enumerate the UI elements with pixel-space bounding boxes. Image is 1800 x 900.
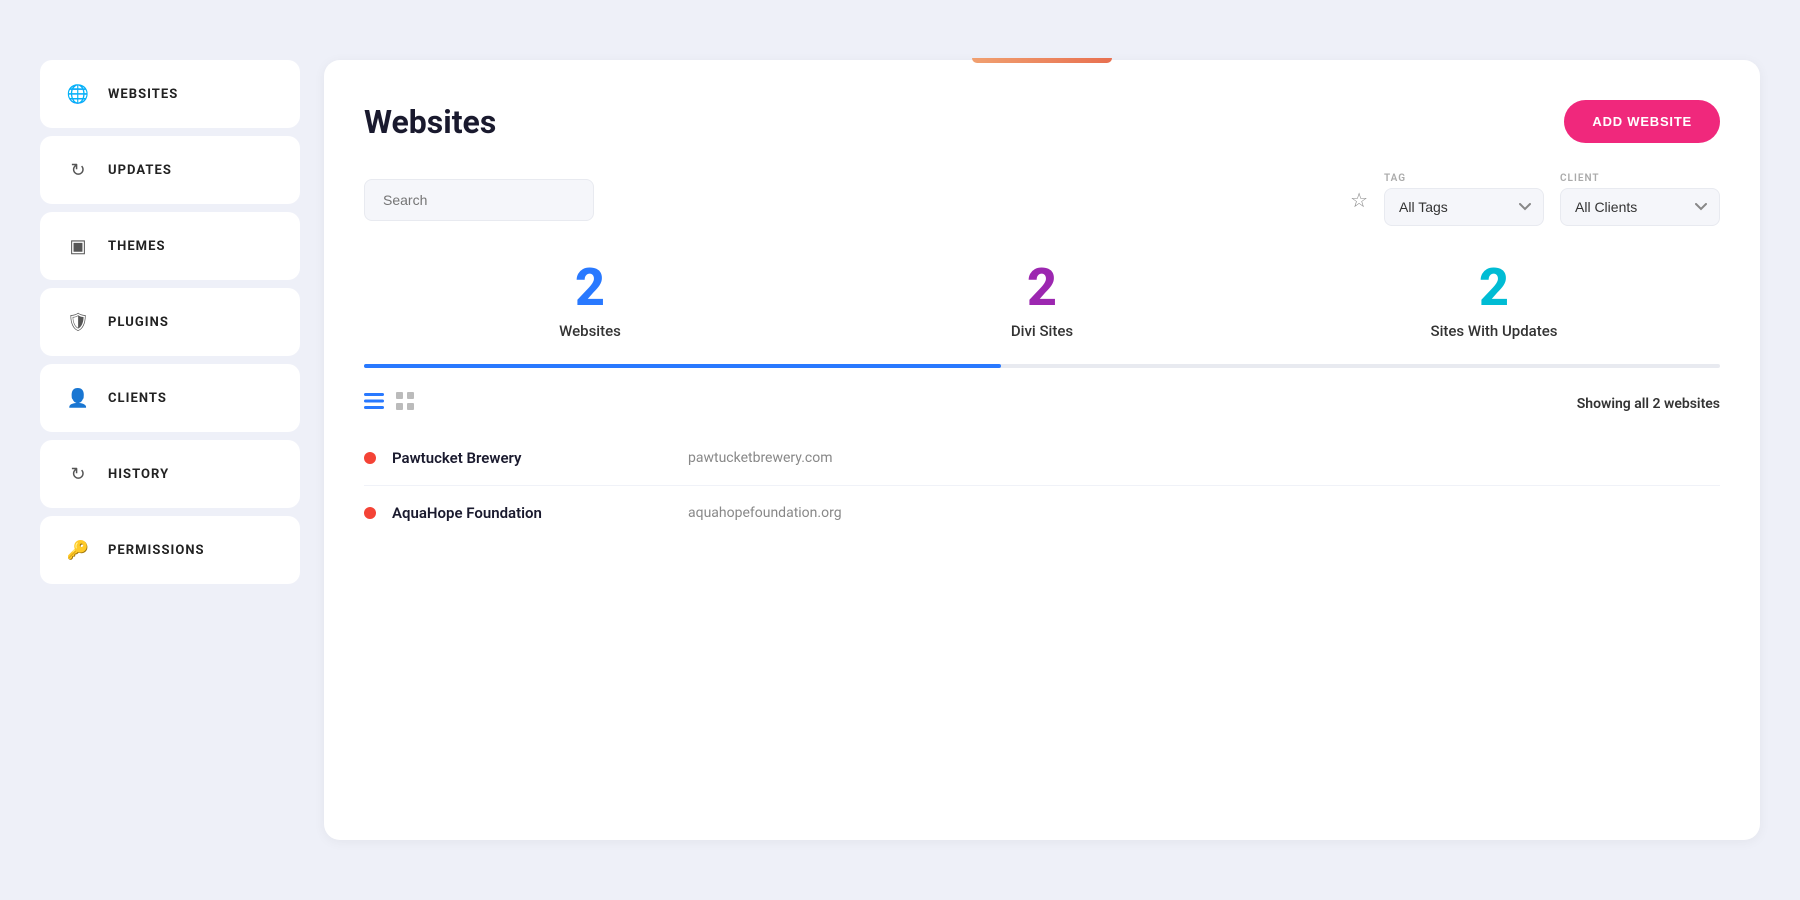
stat-divi-label: Divi Sites xyxy=(816,322,1268,340)
sidebar-item-websites[interactable]: 🌐 WEBSITES xyxy=(40,60,300,128)
sidebar-label-themes: THEMES xyxy=(108,239,166,254)
client-filter-group: CLIENT All Clients xyxy=(1560,173,1720,226)
sidebar-item-plugins[interactable]: 🛡 PLUGINS xyxy=(40,288,300,356)
tag-filter-select[interactable]: All Tags xyxy=(1384,188,1544,226)
star-icon[interactable]: ☆ xyxy=(1350,188,1368,212)
stat-updates-label: Sites With Updates xyxy=(1268,322,1720,340)
plugins-icon: 🛡 xyxy=(64,308,92,336)
list-controls: Showing all 2 websites xyxy=(364,392,1720,415)
sidebar-item-history[interactable]: ↻ HISTORY xyxy=(40,440,300,508)
sidebar-label-plugins: PLUGINS xyxy=(108,315,169,330)
table-row: Pawtucket Brewery pawtucketbrewery.com xyxy=(364,431,1720,486)
stat-websites-number: 2 xyxy=(364,262,816,314)
view-icons xyxy=(364,392,414,415)
updates-icon: ↻ xyxy=(64,156,92,184)
search-input[interactable] xyxy=(364,179,594,221)
stats-row: 2 Websites 2 Divi Sites 2 Sites With Upd… xyxy=(364,262,1720,364)
sidebar-item-updates[interactable]: ↻ UPDATES xyxy=(40,136,300,204)
sidebar-item-permissions[interactable]: 🔑 PERMISSIONS xyxy=(40,516,300,584)
sidebar-label-permissions: PERMISSIONS xyxy=(108,543,205,558)
stat-websites-label: Websites xyxy=(364,322,816,340)
showing-text: Showing all 2 websites xyxy=(1577,396,1720,412)
filters-row: ☆ TAG All Tags CLIENT All Clients xyxy=(364,173,1720,226)
sidebar-label-websites: WEBSITES xyxy=(108,87,178,102)
tag-filter-label: TAG xyxy=(1384,173,1544,184)
sidebar: 🌐 WEBSITES ↻ UPDATES ▣ THEMES 🛡 PLUGINS … xyxy=(40,60,300,840)
status-dot-1 xyxy=(364,452,376,464)
stat-updates-number: 2 xyxy=(1268,262,1720,314)
sidebar-label-history: HISTORY xyxy=(108,467,169,482)
progress-bar-fill xyxy=(364,364,1001,368)
history-icon: ↻ xyxy=(64,460,92,488)
app-container: 🌐 WEBSITES ↻ UPDATES ▣ THEMES 🛡 PLUGINS … xyxy=(0,0,1800,900)
website-name-1[interactable]: Pawtucket Brewery xyxy=(392,449,612,467)
themes-icon: ▣ xyxy=(64,232,92,260)
stat-divi: 2 Divi Sites xyxy=(816,262,1268,340)
clients-icon: 👤 xyxy=(64,384,92,412)
top-accent xyxy=(972,58,1112,63)
stat-updates: 2 Sites With Updates xyxy=(1268,262,1720,340)
sidebar-label-clients: CLIENTS xyxy=(108,391,167,406)
website-url-1[interactable]: pawtucketbrewery.com xyxy=(688,450,832,466)
client-filter-label: CLIENT xyxy=(1560,173,1720,184)
globe-icon: 🌐 xyxy=(64,80,92,108)
sidebar-label-updates: UPDATES xyxy=(108,163,172,178)
table-row: AquaHope Foundation aquahopefoundation.o… xyxy=(364,486,1720,540)
main-content: Websites ADD WEBSITE ☆ TAG All Tags CLIE… xyxy=(324,60,1760,840)
client-filter-select[interactable]: All Clients xyxy=(1560,188,1720,226)
permissions-icon: 🔑 xyxy=(64,536,92,564)
grid-view-button[interactable] xyxy=(396,392,414,415)
stat-websites: 2 Websites xyxy=(364,262,816,340)
status-dot-2 xyxy=(364,507,376,519)
tag-filter-group: TAG All Tags xyxy=(1384,173,1544,226)
website-name-2[interactable]: AquaHope Foundation xyxy=(392,504,612,522)
sidebar-item-themes[interactable]: ▣ THEMES xyxy=(40,212,300,280)
website-url-2[interactable]: aquahopefoundation.org xyxy=(688,505,842,521)
stat-divi-number: 2 xyxy=(816,262,1268,314)
sidebar-item-clients[interactable]: 👤 CLIENTS xyxy=(40,364,300,432)
page-title: Websites xyxy=(364,103,496,141)
add-website-button[interactable]: ADD WEBSITE xyxy=(1564,100,1720,143)
progress-bar-container xyxy=(364,364,1720,368)
page-header: Websites ADD WEBSITE xyxy=(364,100,1720,143)
list-view-button[interactable] xyxy=(364,392,384,415)
website-list: Pawtucket Brewery pawtucketbrewery.com A… xyxy=(364,431,1720,540)
